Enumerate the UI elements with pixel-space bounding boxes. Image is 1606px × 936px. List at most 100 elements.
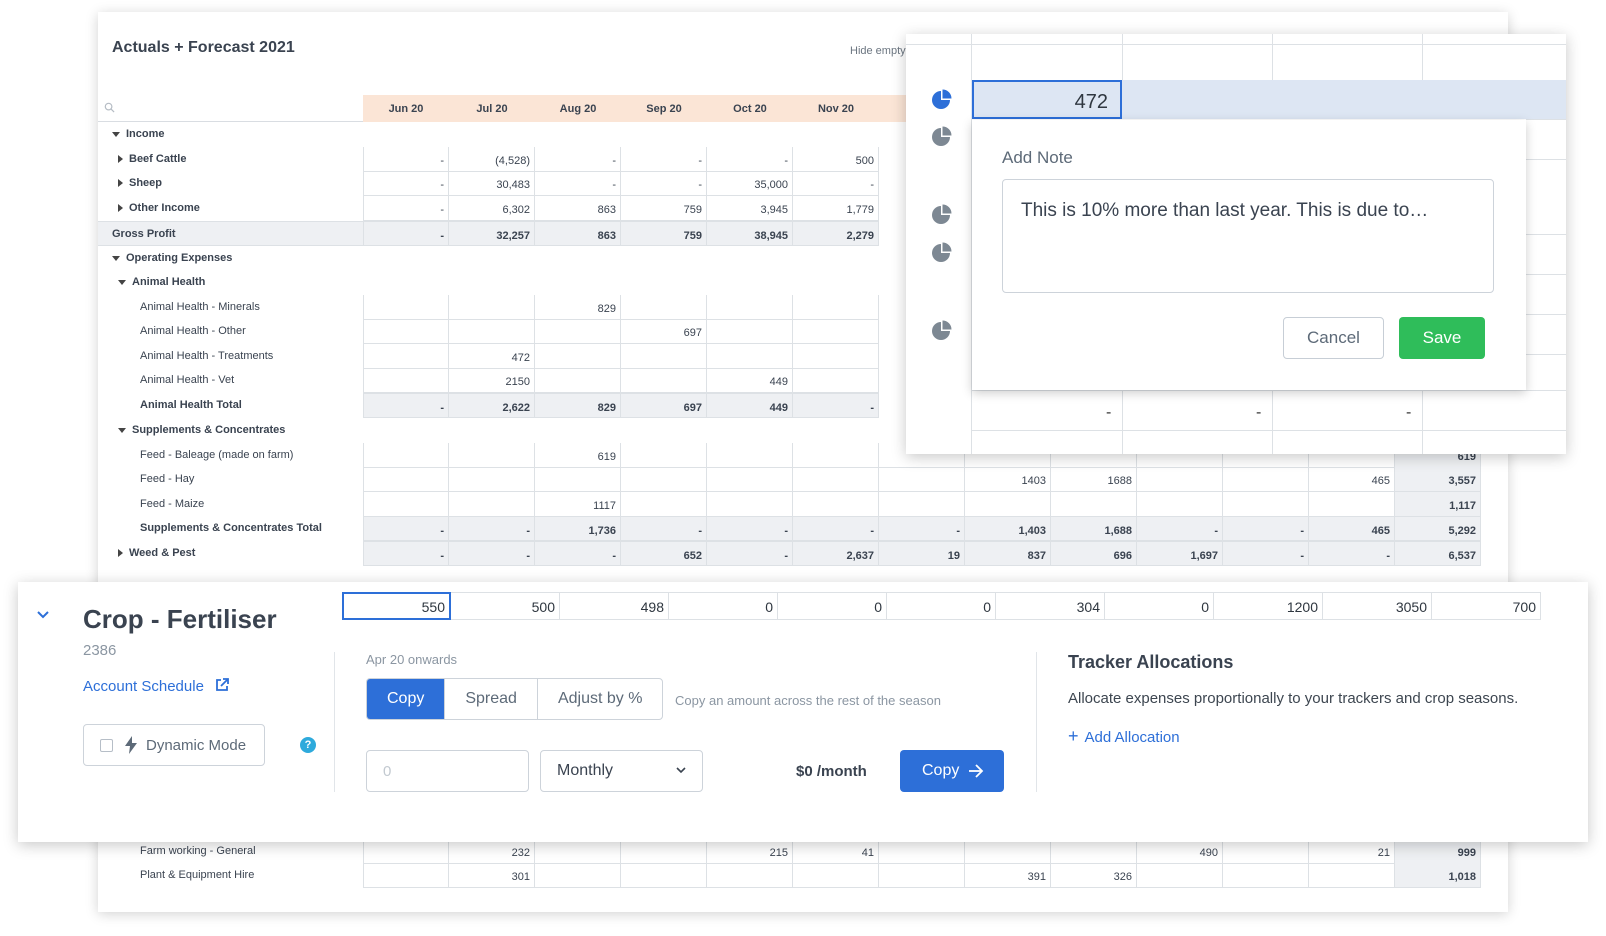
month-value-cell[interactable]: 304 [996,592,1105,620]
table-cell[interactable]: 1,403 [965,516,1051,541]
month-value-cell[interactable]: 0 [778,592,887,620]
table-cell[interactable] [707,492,793,517]
table-cell[interactable] [793,319,879,344]
table-cell[interactable]: 2,637 [793,541,879,566]
table-cell[interactable]: 1,117 [1395,492,1481,517]
table-cell[interactable]: 38,945 [707,221,793,246]
table-cell[interactable]: 3,557 [1395,467,1481,492]
table-cell[interactable]: 465 [1309,516,1395,541]
table-cell[interactable]: 3,945 [707,196,793,221]
table-cell[interactable] [965,492,1051,517]
table-cell[interactable] [363,443,449,468]
table-cell[interactable]: - [363,171,449,196]
table-cell[interactable]: 449 [707,368,793,393]
table-cell[interactable] [535,344,621,369]
cancel-button[interactable]: Cancel [1283,317,1384,359]
table-cell[interactable] [707,344,793,369]
table-cell[interactable]: - [535,541,621,566]
table-cell[interactable]: - [363,541,449,566]
table-cell[interactable]: 829 [535,393,621,418]
table-cell[interactable] [363,368,449,393]
table-cell[interactable]: 500 [793,147,879,172]
table-cell[interactable] [1137,863,1223,888]
table-cell[interactable] [449,492,535,517]
table-cell[interactable]: - [621,171,707,196]
table-cell[interactable]: 697 [621,393,707,418]
table-cell[interactable] [707,295,793,320]
table-cell[interactable]: - [793,516,879,541]
table-cell[interactable]: 472 [449,344,535,369]
table-cell[interactable]: - [621,516,707,541]
table-cell[interactable]: - [363,221,449,246]
table-cell[interactable]: - [1223,541,1309,566]
table-cell[interactable]: 215 [707,839,793,864]
table-cell[interactable]: 6,302 [449,196,535,221]
month-value-cell[interactable]: 1200 [1214,592,1323,620]
table-cell[interactable]: 759 [621,221,707,246]
expand-arrow-icon[interactable] [118,549,123,558]
table-cell[interactable]: 2,622 [449,393,535,418]
table-cell[interactable]: 490 [1137,839,1223,864]
table-cell[interactable]: - [793,171,879,196]
table-cell[interactable]: 999 [1395,839,1481,864]
table-cell[interactable]: 232 [449,839,535,864]
month-value-cell[interactable]: 550 [342,592,451,620]
table-cell[interactable] [1309,492,1395,517]
table-cell[interactable] [1137,492,1223,517]
mode-option[interactable]: Copy [367,679,446,719]
row-label[interactable]: Supplements & Concentrates Total [98,516,322,541]
pie-chart-icon[interactable] [930,320,952,342]
table-cell[interactable] [793,863,879,888]
month-value-cell[interactable]: 498 [560,592,669,620]
row-label[interactable]: Other Income [98,196,200,221]
table-cell[interactable] [707,467,793,492]
table-cell[interactable] [707,443,793,468]
chevron-down-icon[interactable] [36,608,50,622]
row-label[interactable]: Feed - Hay [98,467,194,492]
table-cell[interactable]: - [363,196,449,221]
table-cell[interactable]: 30,483 [449,171,535,196]
collapse-arrow-icon[interactable] [112,131,120,137]
table-cell[interactable] [879,863,965,888]
row-label[interactable]: Income [98,122,165,147]
collapse-arrow-icon[interactable] [118,279,126,285]
dynamic-mode-checkbox[interactable] [100,739,113,752]
expand-arrow-icon[interactable] [118,204,123,213]
table-cell[interactable]: 449 [707,393,793,418]
table-cell[interactable] [879,492,965,517]
copy-button[interactable]: Copy [900,750,1004,792]
table-cell[interactable] [363,319,449,344]
row-label[interactable]: Animal Health - Vet [98,368,234,393]
table-cell[interactable] [363,839,449,864]
table-cell[interactable]: (4,528) [449,147,535,172]
month-value-cell[interactable]: 3050 [1323,592,1432,620]
table-cell[interactable] [449,319,535,344]
table-cell[interactable]: - [707,541,793,566]
table-cell[interactable] [1051,839,1137,864]
row-label[interactable]: Plant & Equipment Hire [98,863,254,888]
row-label[interactable]: Animal Health - Other [98,319,246,344]
table-cell[interactable]: 1403 [965,467,1051,492]
table-cell[interactable]: 837 [965,541,1051,566]
table-cell[interactable] [879,467,965,492]
table-cell[interactable]: - [793,393,879,418]
table-cell[interactable] [535,863,621,888]
table-cell[interactable] [879,839,965,864]
table-cell[interactable]: 829 [535,295,621,320]
table-cell[interactable] [621,295,707,320]
table-cell[interactable]: 759 [621,196,707,221]
table-cell[interactable]: - [449,516,535,541]
table-cell[interactable] [535,467,621,492]
table-cell[interactable]: 6,537 [1395,541,1481,566]
table-cell[interactable]: - [621,147,707,172]
table-cell[interactable]: 326 [1051,863,1137,888]
row-label[interactable]: Beef Cattle [98,147,186,172]
table-cell[interactable] [707,863,793,888]
table-cell[interactable] [793,467,879,492]
expand-arrow-icon[interactable] [118,179,123,188]
table-cell[interactable]: - [363,516,449,541]
table-cell[interactable] [1223,839,1309,864]
selected-cell[interactable]: 472 [972,80,1122,119]
table-cell[interactable] [535,368,621,393]
table-cell[interactable] [1223,492,1309,517]
